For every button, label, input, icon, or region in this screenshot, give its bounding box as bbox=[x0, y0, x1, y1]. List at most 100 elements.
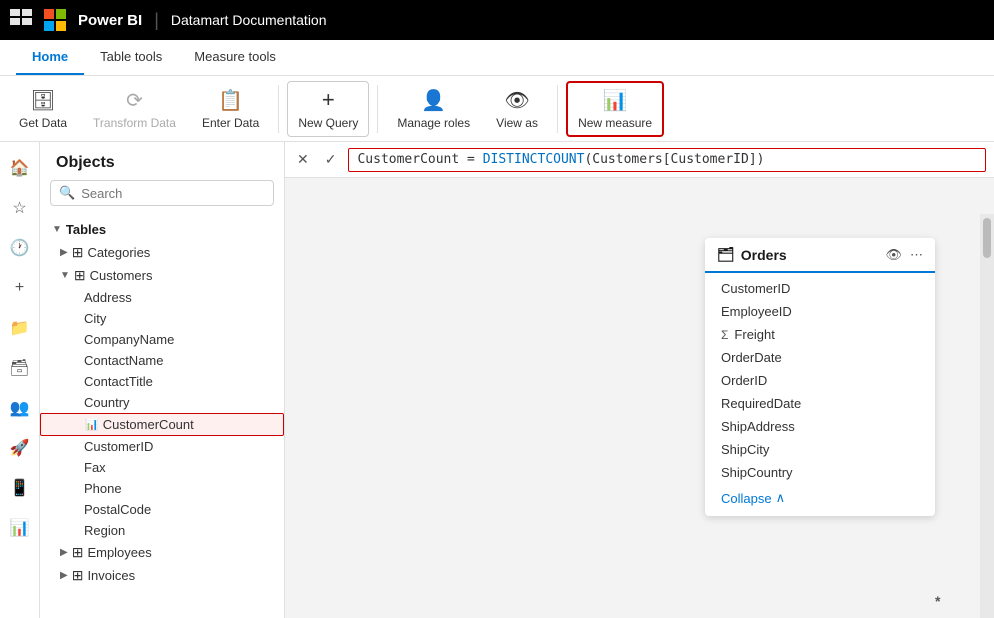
tables-label: Tables bbox=[66, 222, 106, 237]
orderid-field-label: OrderID bbox=[721, 373, 767, 388]
objects-panel: Objects 🔍 ▼ Tables ▶ ⊞ Categories ▼ ⊞ Cu… bbox=[40, 142, 285, 618]
tree-item-postalcode[interactable]: PostalCode bbox=[40, 499, 284, 520]
sidebar-browse-icon[interactable]: 📁 bbox=[2, 310, 38, 346]
ribbon-tabs: Home Table tools Measure tools bbox=[0, 40, 994, 76]
sidebar-icons: 🏠 ☆ 🕐 + 📁 🗃 👥 🚀 📱 📊 bbox=[0, 142, 40, 618]
tree-item-contacttitle[interactable]: ContactTitle bbox=[40, 371, 284, 392]
sidebar-goals-icon[interactable]: 🚀 bbox=[2, 430, 38, 466]
tree-item-customers[interactable]: ▼ ⊞ Customers bbox=[40, 264, 284, 287]
tree-item-categories[interactable]: ▶ ⊞ Categories bbox=[40, 241, 284, 264]
shipaddress-field-label: ShipAddress bbox=[721, 419, 795, 434]
enter-data-label: Enter Data bbox=[202, 116, 259, 130]
tree-area: ▼ Tables ▶ ⊞ Categories ▼ ⊞ Customers Ad… bbox=[40, 214, 284, 618]
star-marker-2: * bbox=[935, 593, 940, 609]
search-icon: 🔍 bbox=[59, 185, 75, 201]
ribbon-separator-2 bbox=[377, 85, 378, 133]
top-bar: Power BI | Datamart Documentation bbox=[0, 0, 994, 40]
tab-measure-tools[interactable]: Measure tools bbox=[178, 39, 292, 75]
employees-icon: ⊞ bbox=[72, 544, 84, 561]
address-label: Address bbox=[84, 290, 132, 305]
view-as-button[interactable]: 👁 View as bbox=[485, 81, 549, 137]
companyname-label: CompanyName bbox=[84, 332, 174, 347]
vscrollbar-thumb[interactable] bbox=[983, 218, 991, 258]
tree-item-customercount[interactable]: 📊 CustomerCount bbox=[40, 413, 284, 436]
field-customerid[interactable]: CustomerID bbox=[705, 277, 935, 300]
customercount-label: CustomerCount bbox=[103, 417, 194, 432]
customers-icon: ⊞ bbox=[74, 267, 86, 284]
sidebar-recent-icon[interactable]: 🕐 bbox=[2, 230, 38, 266]
search-box[interactable]: 🔍 bbox=[50, 180, 274, 206]
contactname-label: ContactName bbox=[84, 353, 163, 368]
orders-card-header: 🗂 Orders 👁 ⋯ bbox=[705, 238, 935, 273]
field-orderdate[interactable]: OrderDate bbox=[705, 346, 935, 369]
tree-item-employees[interactable]: ▶ ⊞ Employees bbox=[40, 541, 284, 564]
sidebar-apps-icon[interactable]: 📱 bbox=[2, 470, 38, 506]
tree-item-phone[interactable]: Phone bbox=[40, 478, 284, 499]
sidebar-home-icon[interactable]: 🏠 bbox=[2, 150, 38, 186]
sidebar-people-icon[interactable]: 👥 bbox=[2, 390, 38, 426]
field-freight[interactable]: Σ Freight bbox=[705, 323, 935, 346]
formula-confirm-button[interactable]: ✓ bbox=[321, 149, 341, 170]
orders-table-card: 🗂 Orders 👁 ⋯ CustomerID EmployeeID bbox=[705, 238, 935, 516]
manage-roles-label: Manage roles bbox=[397, 116, 470, 130]
customers-label: Customers bbox=[90, 268, 153, 283]
ms-logo bbox=[44, 9, 66, 31]
vertical-scrollbar[interactable] bbox=[980, 214, 994, 618]
tree-item-customerid[interactable]: CustomerID bbox=[40, 436, 284, 457]
tree-item-contactname[interactable]: ContactName bbox=[40, 350, 284, 371]
waffle-icon[interactable] bbox=[10, 9, 32, 31]
field-orderid[interactable]: OrderID bbox=[705, 369, 935, 392]
transform-data-button[interactable]: ⟳ Transform Data bbox=[82, 81, 187, 137]
new-query-button[interactable]: + New Query bbox=[287, 81, 369, 137]
tree-item-address[interactable]: Address bbox=[40, 287, 284, 308]
tree-item-fax[interactable]: Fax bbox=[40, 457, 284, 478]
contacttitle-label: ContactTitle bbox=[84, 374, 153, 389]
country-label: Country bbox=[84, 395, 130, 410]
shipcity-field-label: ShipCity bbox=[721, 442, 769, 457]
tab-home[interactable]: Home bbox=[16, 39, 84, 75]
new-measure-label: New measure bbox=[578, 116, 652, 130]
employees-chevron: ▶ bbox=[60, 547, 68, 558]
collapse-chevron-icon: ∧ bbox=[776, 490, 786, 506]
tables-section-header[interactable]: ▼ Tables bbox=[40, 218, 284, 241]
tree-item-region[interactable]: Region bbox=[40, 520, 284, 541]
main-layout: 🏠 ☆ 🕐 + 📁 🗃 👥 🚀 📱 📊 Objects 🔍 ▼ Tables ▶… bbox=[0, 142, 994, 618]
orders-table-icon: 🗂 bbox=[717, 246, 735, 263]
field-shipcity[interactable]: ShipCity bbox=[705, 438, 935, 461]
new-query-label: New Query bbox=[298, 116, 358, 130]
collapse-button[interactable]: Collapse ∧ bbox=[705, 484, 935, 512]
sidebar-analytics-icon[interactable]: 📊 bbox=[2, 510, 38, 546]
invoices-chevron: ▶ bbox=[60, 570, 68, 581]
field-employeeid[interactable]: EmployeeID bbox=[705, 300, 935, 323]
enter-data-button[interactable]: 📋 Enter Data bbox=[191, 81, 270, 137]
categories-chevron: ▶ bbox=[60, 247, 68, 258]
tab-table-tools[interactable]: Table tools bbox=[84, 39, 178, 75]
view-as-label: View as bbox=[496, 116, 538, 130]
content-area: ✕ ✓ CustomerCount = DISTINCTCOUNT(Custom… bbox=[285, 142, 994, 618]
ribbon-separator-3 bbox=[557, 85, 558, 133]
formula-input[interactable]: CustomerCount = DISTINCTCOUNT(Customers[… bbox=[348, 148, 986, 172]
search-input[interactable] bbox=[81, 186, 265, 201]
tree-item-invoices[interactable]: ▶ ⊞ Invoices bbox=[40, 564, 284, 587]
sidebar-favorites-icon[interactable]: ☆ bbox=[2, 190, 38, 226]
card-more-icon[interactable]: ⋯ bbox=[910, 247, 923, 263]
field-shipaddress[interactable]: ShipAddress bbox=[705, 415, 935, 438]
sidebar-create-icon[interactable]: + bbox=[2, 270, 38, 306]
card-eye-icon[interactable]: 👁 bbox=[885, 247, 902, 263]
formula-cancel-button[interactable]: ✕ bbox=[293, 149, 313, 170]
freight-field-label: Freight bbox=[734, 327, 774, 342]
field-shipcountry[interactable]: ShipCountry bbox=[705, 461, 935, 484]
tree-item-city[interactable]: City bbox=[40, 308, 284, 329]
orders-card-actions[interactable]: 👁 ⋯ bbox=[885, 247, 923, 263]
orders-card-body: CustomerID EmployeeID Σ Freight OrderDat… bbox=[705, 273, 935, 516]
get-data-button[interactable]: 🗄 Get Data bbox=[8, 81, 78, 137]
field-requireddate[interactable]: RequiredDate bbox=[705, 392, 935, 415]
tree-item-country[interactable]: Country bbox=[40, 392, 284, 413]
tree-item-companyname[interactable]: CompanyName bbox=[40, 329, 284, 350]
manage-roles-button[interactable]: 👤 Manage roles bbox=[386, 81, 481, 137]
formula-bar: ✕ ✓ CustomerCount = DISTINCTCOUNT(Custom… bbox=[285, 142, 994, 178]
employeeid-field-label: EmployeeID bbox=[721, 304, 792, 319]
categories-label: Categories bbox=[87, 245, 150, 260]
sidebar-data-icon[interactable]: 🗃 bbox=[2, 350, 38, 386]
new-measure-button[interactable]: 📊 New measure bbox=[566, 81, 664, 137]
